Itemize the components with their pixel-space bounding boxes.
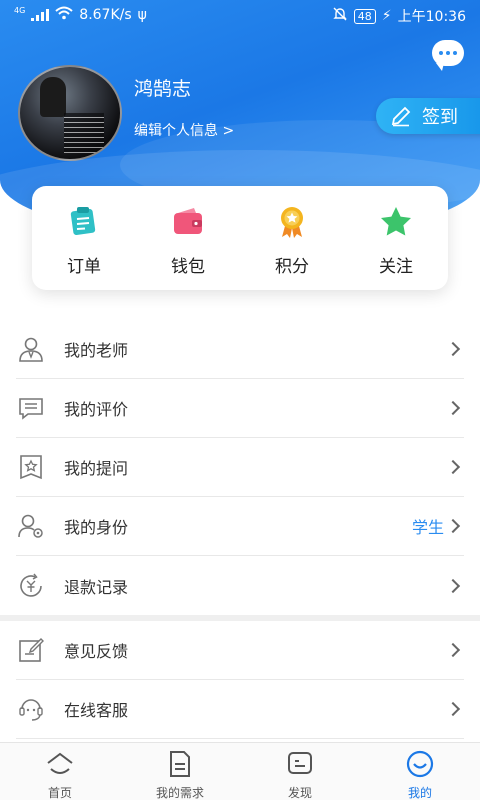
identity-value: 学生 (411, 518, 444, 537)
document-icon (165, 749, 195, 782)
menu-item-label: 我的老师 (64, 341, 129, 360)
chevron-right-icon (445, 642, 461, 658)
chevron-right-icon (445, 459, 461, 475)
home-icon (45, 749, 75, 782)
menu-item-label: 意见反馈 (64, 642, 129, 661)
signal-icon (31, 9, 50, 21)
menu-item-my-teachers[interactable]: 我的老师 (16, 320, 464, 379)
profile-smile-icon (405, 749, 435, 782)
discover-icon (285, 749, 315, 782)
tab-my-requests[interactable]: 我的需求 (120, 743, 240, 800)
menu-item-label: 在线客服 (64, 701, 129, 720)
quick-action-label: 钱包 (171, 257, 205, 277)
tab-discover[interactable]: 发现 (240, 743, 360, 800)
tab-label: 我的需求 (155, 786, 204, 800)
identity-icon (16, 511, 46, 541)
network-tag: 4G (14, 5, 26, 15)
menu-item-label: 我的提问 (64, 459, 129, 478)
customer-service-icon (16, 694, 46, 724)
order-icon (66, 204, 102, 240)
chevron-right-icon (445, 701, 461, 717)
quick-action-label: 订单 (67, 257, 101, 277)
battery-icon: 48 (353, 8, 376, 24)
status-bar: 4G 8.67K/s ψ 48 ⚡ 上午10:36 (0, 0, 480, 30)
bottom-tab-bar: 首页 我的需求 发现 我的 (0, 742, 480, 800)
mute-icon (332, 6, 348, 26)
menu-item-my-questions[interactable]: 我的提问 (16, 438, 464, 497)
wallet-icon (170, 204, 206, 240)
quick-action-orders[interactable]: 订单 (32, 186, 136, 290)
wifi-icon (55, 6, 73, 24)
clock: 上午10:36 (397, 9, 466, 25)
feedback-icon (16, 635, 46, 665)
menu-item-my-identity[interactable]: 我的身份 学生 (16, 497, 464, 556)
charging-icon: ⚡ (381, 8, 392, 24)
message-icon[interactable] (432, 40, 464, 71)
edit-profile-link[interactable]: 编辑个人信息 > (134, 120, 234, 140)
comment-icon (16, 393, 46, 423)
menu-item-label: 我的评价 (64, 400, 129, 419)
menu-item-label: 我的身份 (64, 518, 129, 537)
points-medal-icon (274, 204, 310, 240)
usb-icon: ψ (137, 7, 147, 23)
quick-actions-card: 订单 钱包 积分 关注 (32, 186, 448, 290)
tab-label: 首页 (47, 786, 72, 800)
star-icon (378, 204, 414, 240)
menu-item-online-service[interactable]: 在线客服 (16, 680, 464, 739)
avatar[interactable] (18, 65, 122, 161)
quick-action-follow[interactable]: 关注 (344, 186, 448, 290)
username: 鸿鹄志 (134, 78, 192, 100)
teacher-icon (16, 334, 46, 364)
menu-item-refund-records[interactable]: 退款记录 (16, 556, 464, 615)
chevron-right-icon (445, 518, 461, 534)
pencil-icon (390, 105, 412, 127)
tab-label: 发现 (287, 786, 312, 800)
signin-button[interactable]: 签到 (376, 98, 480, 134)
menu-item-label: 退款记录 (64, 577, 129, 597)
quick-action-wallet[interactable]: 钱包 (136, 186, 240, 290)
quick-action-points[interactable]: 积分 (240, 186, 344, 290)
chevron-right-icon (445, 578, 461, 593)
tab-label: 我的 (407, 786, 432, 800)
tab-me[interactable]: 我的 (360, 743, 480, 800)
refund-icon (16, 571, 46, 601)
chevron-right-icon (445, 400, 461, 416)
chevron-right-icon (445, 341, 461, 357)
menu-item-my-reviews[interactable]: 我的评价 (16, 379, 464, 438)
network-speed: 8.67K/s (79, 7, 132, 23)
quick-action-label: 关注 (379, 257, 413, 277)
menu-item-feedback[interactable]: 意见反馈 (16, 621, 464, 680)
signin-label: 签到 (422, 107, 458, 128)
quick-action-label: 积分 (275, 257, 309, 277)
question-icon (16, 452, 46, 482)
settings-menu: 我的老师 我的评价 我的提问 我的身份 学生 退款记录 意见反馈 在线客服 (0, 320, 480, 739)
tab-home[interactable]: 首页 (0, 743, 120, 800)
